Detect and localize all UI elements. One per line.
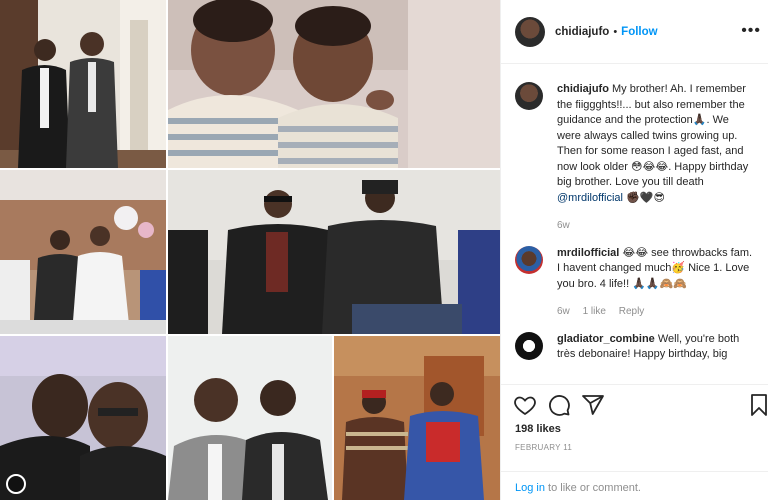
photo-two-men-suits — [0, 0, 166, 168]
instagram-post: chidiajufo • Follow ••• chidiajufo My br… — [0, 0, 768, 500]
caption-username[interactable]: chidiajufo — [557, 83, 609, 95]
more-horizontal-icon[interactable]: ••• — [741, 22, 761, 40]
follow-button[interactable]: Follow — [621, 26, 657, 38]
photo-event-seated — [0, 170, 166, 334]
reply-button[interactable]: Reply — [619, 306, 645, 317]
caption: chidiajufo My brother! Ah. I remember th… — [515, 82, 755, 234]
share-icon[interactable] — [581, 393, 605, 417]
post-header: chidiajufo • Follow ••• — [501, 0, 768, 64]
avatar[interactable] — [515, 245, 543, 274]
photo-brothers-sitting — [168, 170, 500, 334]
comment-item: mrdilofficial 😂😂 see throwbacks fam. I h… — [515, 245, 755, 320]
caption-emoji-3: ✊🏿🖤😎 — [626, 191, 665, 204]
comment-username[interactable]: gladiator_combine — [557, 333, 655, 345]
likes-count[interactable]: 198 likes — [515, 423, 561, 435]
comment-icon[interactable] — [547, 393, 571, 417]
comment-item: gladiator_combine Well, you're both très… — [515, 331, 755, 363]
login-text: to like or comment. — [544, 482, 641, 494]
instagram-badge-icon — [6, 474, 26, 494]
photo-childhood-brothers — [168, 0, 500, 168]
comments-list[interactable]: chidiajufo My brother! Ah. I remember th… — [501, 64, 768, 384]
header-username[interactable]: chidiajufo — [555, 26, 609, 38]
photo-vintage — [334, 336, 500, 500]
action-icons — [513, 393, 767, 417]
avatar[interactable] — [515, 331, 543, 360]
caption-age[interactable]: 6w — [557, 220, 570, 231]
caption-emoji-2: 😳😂😂 — [631, 160, 669, 173]
header-separator: • — [613, 25, 618, 38]
post-date[interactable]: FEBRUARY 11 — [515, 443, 572, 452]
post-image-collage[interactable] — [0, 0, 500, 500]
comment-likes[interactable]: 1 like — [583, 306, 606, 317]
avatar[interactable] — [515, 16, 545, 47]
mention-link[interactable]: @mrdilofficial — [557, 192, 623, 204]
post-actions: 198 likes FEBRUARY 11 Log in to like or … — [501, 384, 768, 500]
post-sidebar: chidiajufo • Follow ••• chidiajufo My br… — [500, 0, 768, 500]
comment-age[interactable]: 6w — [557, 306, 570, 317]
comment-username[interactable]: mrdilofficial — [557, 247, 619, 259]
caption-emoji-1: 🙏🏿 — [692, 114, 707, 126]
login-prompt: Log in to like or comment. — [501, 471, 768, 500]
avatar[interactable] — [515, 82, 543, 110]
photo-selfie — [0, 336, 166, 500]
bookmark-icon[interactable] — [747, 393, 768, 417]
heart-icon[interactable] — [513, 393, 537, 417]
photo-two-men-casual — [168, 336, 332, 500]
login-link[interactable]: Log in — [515, 482, 545, 494]
